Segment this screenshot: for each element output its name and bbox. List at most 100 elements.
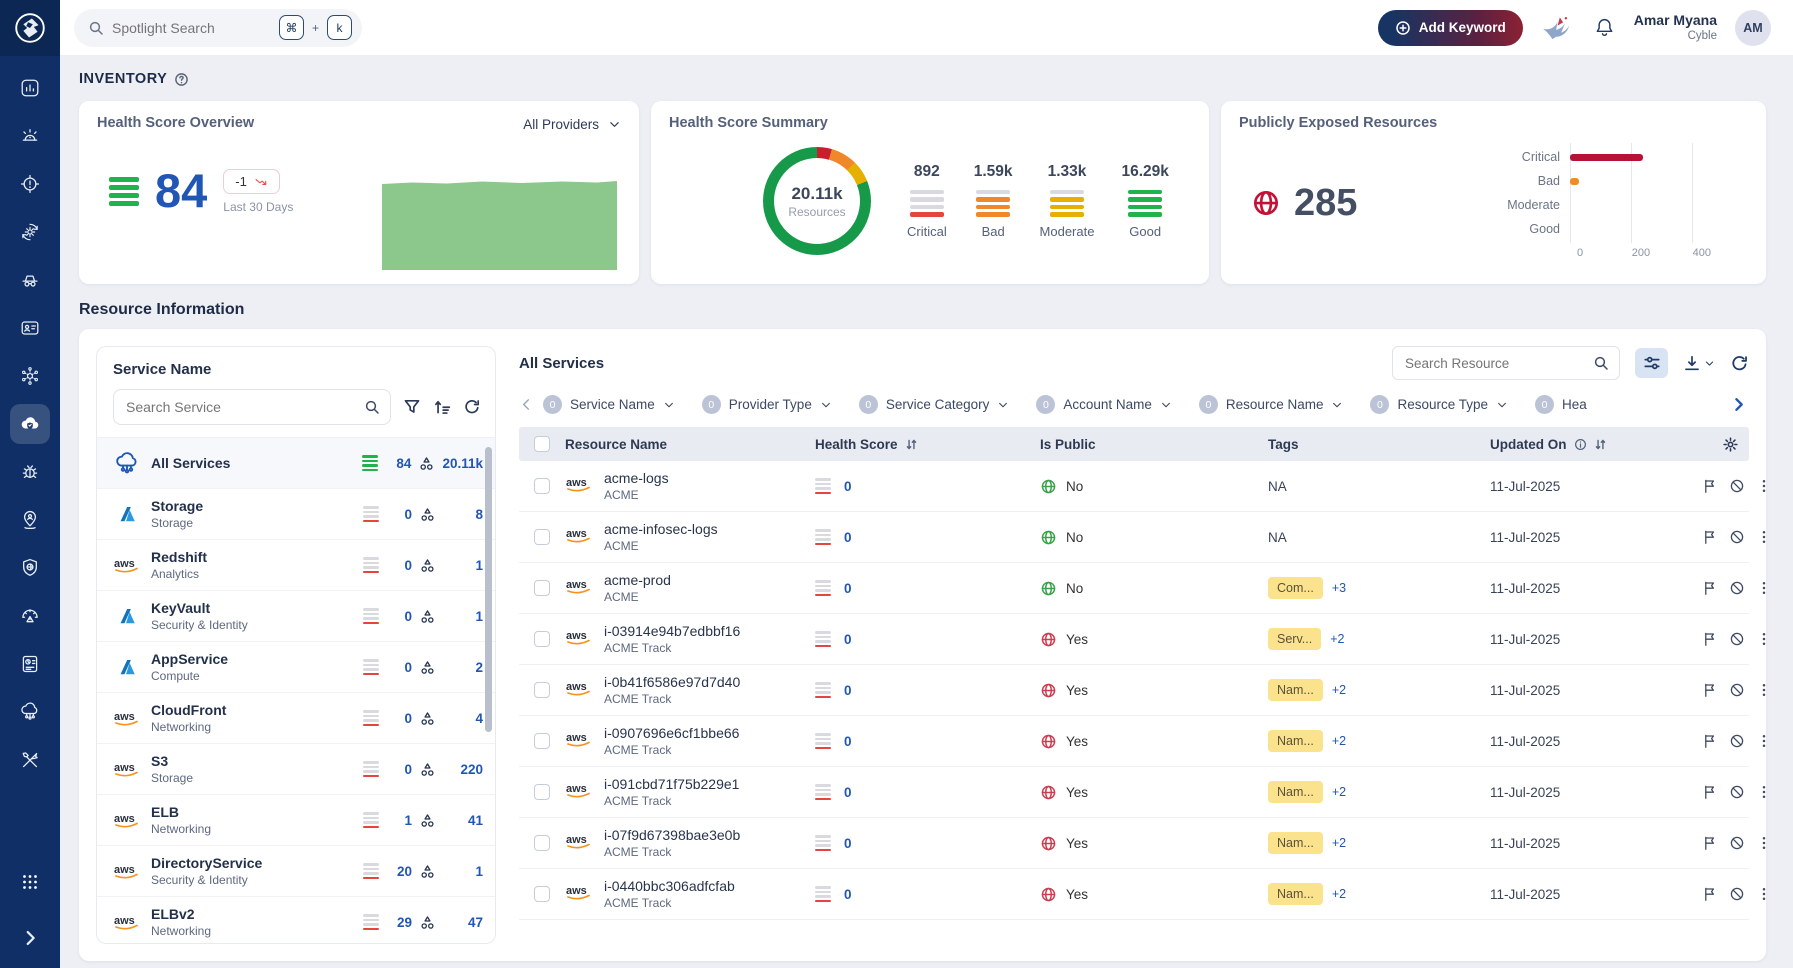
sort-icon[interactable] bbox=[1594, 438, 1607, 451]
sidebar-item-bug[interactable] bbox=[10, 452, 50, 492]
flag-icon[interactable] bbox=[1702, 580, 1718, 596]
flag-icon[interactable] bbox=[1702, 529, 1718, 545]
select-all-checkbox[interactable] bbox=[534, 436, 550, 452]
tag-chip[interactable]: Nam... bbox=[1268, 730, 1323, 752]
table-row[interactable]: awsi-091cbd71f75b229e1ACME Track0YesNam.… bbox=[519, 767, 1749, 818]
filter-chip-service-category[interactable]: 0Service Category bbox=[859, 395, 1010, 414]
kebab-menu-icon[interactable] bbox=[1756, 835, 1772, 851]
sidebar-item-shield-globe[interactable] bbox=[10, 548, 50, 588]
tag-chip[interactable]: Nam... bbox=[1268, 832, 1323, 854]
chips-scroll-left-icon[interactable] bbox=[519, 397, 534, 412]
service-list-item-directoryservice[interactable]: awsDirectoryServiceSecurity & Identity20… bbox=[97, 846, 495, 897]
column-resource-name[interactable]: Resource Name bbox=[565, 437, 815, 452]
ban-icon[interactable] bbox=[1729, 733, 1745, 749]
row-checkbox[interactable] bbox=[534, 580, 550, 596]
service-list-item-cloudfront[interactable]: awsCloudFrontNetworking04 bbox=[97, 693, 495, 744]
table-row[interactable]: awsacme-prodACME0NoCom...+311-Jul-2025 bbox=[519, 563, 1749, 614]
table-row[interactable]: awsacme-logsACME0NoNA11-Jul-2025 bbox=[519, 461, 1749, 512]
flag-icon[interactable] bbox=[1702, 784, 1718, 800]
row-checkbox[interactable] bbox=[534, 733, 550, 749]
kebab-menu-icon[interactable] bbox=[1756, 886, 1772, 902]
chips-scroll-right-icon[interactable] bbox=[1730, 396, 1747, 413]
tag-chip[interactable]: Serv... bbox=[1268, 628, 1321, 650]
table-row[interactable]: awsi-07f9d67398bae3e0bACME Track0YesNam.… bbox=[519, 818, 1749, 869]
resource-search-box[interactable] bbox=[1392, 346, 1620, 380]
ban-icon[interactable] bbox=[1729, 682, 1745, 698]
kebab-menu-icon[interactable] bbox=[1756, 682, 1772, 698]
column-tags[interactable]: Tags bbox=[1268, 437, 1490, 452]
flag-icon[interactable] bbox=[1702, 835, 1718, 851]
flag-icon[interactable] bbox=[1702, 478, 1718, 494]
row-checkbox[interactable] bbox=[534, 682, 550, 698]
table-row[interactable]: awsi-03914e94b7edbbf16ACME Track0YesServ… bbox=[519, 614, 1749, 665]
kebab-menu-icon[interactable] bbox=[1756, 478, 1772, 494]
row-checkbox[interactable] bbox=[534, 478, 550, 494]
kebab-menu-icon[interactable] bbox=[1756, 733, 1772, 749]
service-list-item-s3[interactable]: awsS3Storage0220 bbox=[97, 744, 495, 795]
tag-chip[interactable]: Nam... bbox=[1268, 679, 1323, 701]
table-row[interactable]: awsi-0907696e6cf1bbe66ACME Track0YesNam.… bbox=[519, 716, 1749, 767]
flag-icon[interactable] bbox=[1702, 682, 1718, 698]
help-icon[interactable] bbox=[174, 72, 189, 87]
tags-more-count[interactable]: +2 bbox=[1332, 887, 1346, 901]
kebab-menu-icon[interactable] bbox=[1756, 580, 1772, 596]
export-download-button[interactable] bbox=[1683, 354, 1715, 372]
add-keyword-button[interactable]: Add Keyword bbox=[1378, 10, 1523, 46]
row-checkbox[interactable] bbox=[534, 835, 550, 851]
service-list-item-keyvault[interactable]: KeyVaultSecurity & Identity01 bbox=[97, 591, 495, 642]
avatar[interactable]: AM bbox=[1735, 10, 1771, 46]
sidebar-item-gauge-alert[interactable] bbox=[10, 596, 50, 636]
service-list-item-elb[interactable]: awsELBNetworking141 bbox=[97, 795, 495, 846]
tag-chip[interactable]: Nam... bbox=[1268, 781, 1323, 803]
app-logo[interactable] bbox=[0, 0, 60, 56]
tags-more-count[interactable]: +2 bbox=[1332, 836, 1346, 850]
sidebar-item-location-person[interactable] bbox=[10, 500, 50, 540]
filter-chip-account-name[interactable]: 0Account Name bbox=[1036, 395, 1172, 414]
sidebar-apps-grid[interactable] bbox=[10, 862, 50, 902]
sidebar-item-cloud-shield[interactable] bbox=[10, 404, 50, 444]
service-list-item-redshift[interactable]: awsRedshiftAnalytics01 bbox=[97, 540, 495, 591]
flag-icon[interactable] bbox=[1702, 631, 1718, 647]
kebab-menu-icon[interactable] bbox=[1756, 529, 1772, 545]
sidebar-item-siren[interactable] bbox=[10, 116, 50, 156]
column-is-public[interactable]: Is Public bbox=[1040, 437, 1268, 452]
filter-chip-service-name[interactable]: 0Service Name bbox=[543, 395, 675, 414]
service-list-scrollbar[interactable] bbox=[485, 447, 492, 732]
row-checkbox[interactable] bbox=[534, 784, 550, 800]
row-checkbox[interactable] bbox=[534, 529, 550, 545]
tag-chip[interactable]: Com... bbox=[1268, 577, 1323, 599]
service-list-item-all-services[interactable]: All Services8420.11k bbox=[97, 438, 495, 489]
tags-more-count[interactable]: +2 bbox=[1332, 785, 1346, 799]
sidebar-item-cloud-network[interactable] bbox=[10, 692, 50, 732]
table-row[interactable]: awsacme-infosec-logsACME0NoNA11-Jul-2025 bbox=[519, 512, 1749, 563]
service-list-item-appservice[interactable]: AppServiceCompute02 bbox=[97, 642, 495, 693]
provider-filter-dropdown[interactable]: All Providers bbox=[523, 117, 621, 132]
filter-funnel-icon[interactable] bbox=[403, 398, 421, 416]
filter-chip-resource-type[interactable]: 0Resource Type bbox=[1370, 395, 1508, 414]
tags-more-count[interactable]: +2 bbox=[1332, 734, 1346, 748]
table-row[interactable]: awsi-0b41f6586e97d7d40ACME Track0YesNam.… bbox=[519, 665, 1749, 716]
filter-chip-hea[interactable]: 0Hea bbox=[1535, 395, 1587, 414]
spotlight-search-input[interactable] bbox=[112, 20, 271, 36]
column-settings-gear-icon[interactable] bbox=[1722, 436, 1739, 453]
info-icon[interactable] bbox=[1574, 438, 1587, 451]
resource-search-input[interactable] bbox=[1405, 356, 1593, 371]
sidebar-item-gear-sync[interactable] bbox=[10, 212, 50, 252]
spotlight-search[interactable]: ⌘ + k bbox=[74, 9, 362, 47]
sidebar-item-report[interactable] bbox=[10, 644, 50, 684]
row-checkbox[interactable] bbox=[534, 886, 550, 902]
user-info[interactable]: Amar Myana Cyble bbox=[1634, 11, 1717, 44]
sidebar-item-network-nodes[interactable] bbox=[10, 356, 50, 396]
ban-icon[interactable] bbox=[1729, 580, 1745, 596]
table-row[interactable]: awsi-0440bbc306adfcfabACME Track0YesNam.… bbox=[519, 869, 1749, 920]
column-updated-on[interactable]: Updated On bbox=[1490, 437, 1702, 452]
service-search-input[interactable] bbox=[126, 399, 364, 415]
filter-chip-provider-type[interactable]: 0Provider Type bbox=[702, 395, 832, 414]
tag-chip[interactable]: Nam... bbox=[1268, 883, 1323, 905]
notifications-bell-icon[interactable] bbox=[1593, 16, 1616, 39]
sidebar-item-tools[interactable] bbox=[10, 740, 50, 780]
ban-icon[interactable] bbox=[1729, 835, 1745, 851]
sidebar-chevron-right[interactable] bbox=[10, 918, 50, 958]
row-checkbox[interactable] bbox=[534, 631, 550, 647]
sidebar-item-incognito[interactable] bbox=[10, 260, 50, 300]
